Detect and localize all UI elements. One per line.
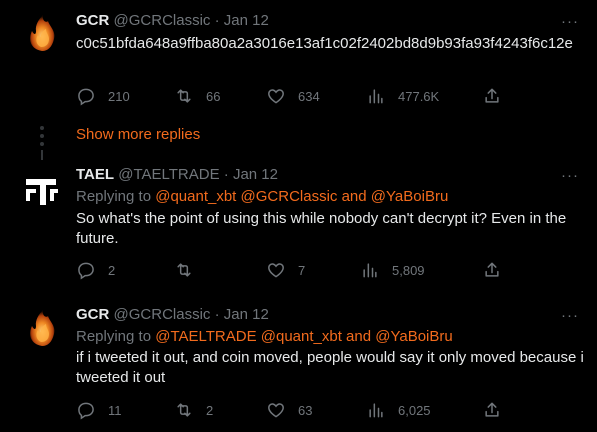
views-button[interactable]: 6,025 <box>366 400 431 420</box>
retweet-button[interactable] <box>174 260 206 280</box>
replying-to: Replying to @quant_xbt @GCRClassic and @… <box>76 188 448 205</box>
separator: · <box>223 166 229 183</box>
tweet-1[interactable]: GCR @GCRClassic · Jan 12 ··· c0c51bfda64… <box>0 0 597 116</box>
fire-avatar-icon <box>20 306 64 350</box>
share-icon <box>485 88 499 103</box>
fire-avatar-icon <box>20 11 64 55</box>
like-icon <box>268 89 284 104</box>
action-bar: 2 7 5,809 <box>76 260 506 280</box>
mention-link[interactable]: @quant_xbt <box>155 188 236 205</box>
replying-to: Replying to @TAELTRADE @quant_xbt and @Y… <box>76 328 453 345</box>
timestamp[interactable]: Jan 12 <box>233 166 278 183</box>
thread-dot <box>40 142 44 146</box>
share-button[interactable] <box>482 86 514 106</box>
timestamp[interactable]: Jan 12 <box>224 12 269 29</box>
handle[interactable]: @TAELTRADE <box>118 166 219 183</box>
action-bar: 210 66 634 477.6K <box>76 86 506 106</box>
share-icon <box>485 262 499 277</box>
handle[interactable]: @GCRClassic <box>114 306 211 323</box>
thread-dot <box>40 126 44 130</box>
retweet-button[interactable]: 2 <box>174 400 213 420</box>
handle[interactable]: @GCRClassic <box>114 12 211 29</box>
retweet-icon <box>177 89 191 103</box>
like-icon <box>268 403 284 418</box>
like-button[interactable]: 63 <box>266 400 312 420</box>
retweet-count: 66 <box>206 88 221 104</box>
timestamp[interactable]: Jan 12 <box>224 306 269 323</box>
like-count: 634 <box>298 88 320 104</box>
tweet-2[interactable]: TAEL @TAELTRADE · Jan 12 ··· Replying to… <box>0 160 597 292</box>
tweet-text: c0c51bfda648a9ffba80a2a3016e13af1c02f240… <box>76 35 573 52</box>
views-icon <box>369 403 383 418</box>
tweet-text: if i tweeted it out, and coin moved, peo… <box>76 349 584 386</box>
more-icon[interactable]: ··· <box>561 14 579 29</box>
like-button[interactable]: 7 <box>266 260 305 280</box>
action-bar: 11 2 63 6,025 <box>76 400 506 420</box>
separator: · <box>214 12 220 29</box>
views-count: 5,809 <box>392 262 425 278</box>
like-icon <box>268 263 284 278</box>
reply-count: 11 <box>108 402 122 418</box>
tweet-header: GCR @GCRClassic · Jan 12 <box>76 306 269 324</box>
mention-link[interactable]: @TAELTRADE <box>155 328 256 345</box>
show-more-replies-link[interactable]: Show more replies <box>76 126 200 143</box>
replying-and: and <box>346 328 372 345</box>
separator: · <box>214 306 220 323</box>
mention-link[interactable]: @YaBoiBru <box>375 328 452 345</box>
retweet-button[interactable]: 66 <box>174 86 220 106</box>
views-count: 477.6K <box>398 88 440 104</box>
avatar[interactable] <box>20 11 64 55</box>
replying-prefix: Replying to <box>76 328 152 345</box>
retweet-icon <box>177 263 191 277</box>
display-name[interactable]: GCR <box>76 12 109 29</box>
mention-link[interactable]: @YaBoiBru <box>371 188 448 205</box>
like-count: 7 <box>298 262 306 278</box>
avatar[interactable] <box>20 171 64 215</box>
like-count: 63 <box>298 402 313 418</box>
reply-icon <box>78 402 94 420</box>
like-button[interactable]: 634 <box>266 86 320 106</box>
views-button[interactable]: 5,809 <box>360 260 425 280</box>
more-icon[interactable]: ··· <box>561 168 579 183</box>
tweet-header: GCR @GCRClassic · Jan 12 <box>76 12 269 30</box>
reply-button[interactable]: 210 <box>76 86 130 106</box>
tweet-3[interactable]: GCR @GCRClassic · Jan 12 ··· Replying to… <box>0 300 597 432</box>
reply-icon <box>78 262 94 280</box>
tweet-header: TAEL @TAELTRADE · Jan 12 <box>76 166 278 184</box>
thread-dot <box>40 134 44 138</box>
share-button[interactable] <box>482 260 514 280</box>
tweet-text: So what's the point of using this while … <box>76 210 567 247</box>
display-name[interactable]: TAEL <box>76 166 114 183</box>
retweet-icon <box>177 403 191 417</box>
display-name[interactable]: GCR <box>76 306 109 323</box>
more-icon[interactable]: ··· <box>561 308 579 323</box>
replying-prefix: Replying to <box>76 188 152 205</box>
avatar[interactable] <box>20 306 64 350</box>
views-count: 6,025 <box>398 402 431 418</box>
share-icon <box>485 402 499 417</box>
views-icon <box>363 263 377 278</box>
share-button[interactable] <box>482 400 514 420</box>
reply-button[interactable]: 2 <box>76 260 115 280</box>
mention-link[interactable]: @quant_xbt <box>261 328 342 345</box>
reply-count: 210 <box>108 88 130 104</box>
reply-button[interactable]: 11 <box>76 400 122 420</box>
tael-logo-icon <box>20 171 64 215</box>
replying-and: and <box>341 188 367 205</box>
thread-line <box>41 150 43 160</box>
views-button[interactable]: 477.6K <box>366 86 439 106</box>
reply-count: 2 <box>108 262 116 278</box>
reply-icon <box>78 88 94 106</box>
views-icon <box>369 89 383 104</box>
retweet-count: 2 <box>206 402 214 418</box>
mention-link[interactable]: @GCRClassic <box>241 188 338 205</box>
